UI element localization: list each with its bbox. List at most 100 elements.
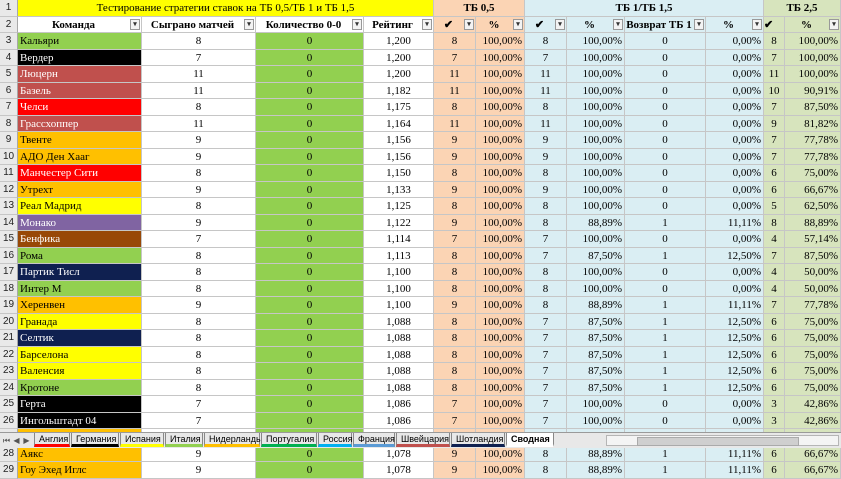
draws-cell[interactable]: 0 [256, 33, 364, 50]
col-header-tb25-pct[interactable]: % ▾ [785, 16, 841, 33]
team-name-cell[interactable]: Люцерн [18, 66, 142, 83]
team-name-cell[interactable]: Кротоне [18, 379, 142, 396]
tb25-count-cell[interactable]: 7 [764, 99, 785, 116]
filter-dropdown-icon[interactable]: ▾ [829, 18, 839, 30]
tb1-count-cell[interactable]: 7 [525, 231, 567, 248]
tb25-pct-cell[interactable]: 66,67% [785, 462, 841, 479]
row-number[interactable]: 24 [0, 379, 18, 396]
played-cell[interactable]: 8 [142, 99, 256, 116]
row-number[interactable]: 23 [0, 363, 18, 380]
refund-pct-cell[interactable]: 0,00% [706, 99, 764, 116]
draws-cell[interactable]: 0 [256, 330, 364, 347]
rating-cell[interactable]: 1,175 [364, 99, 434, 116]
refund-pct-cell[interactable]: 0,00% [706, 231, 764, 248]
tb25-count-cell[interactable]: 6 [764, 181, 785, 198]
tb1-count-cell[interactable]: 11 [525, 82, 567, 99]
tb05-count-cell[interactable]: 8 [434, 330, 476, 347]
played-cell[interactable]: 9 [142, 148, 256, 165]
sheet-tab[interactable]: Шотландия [451, 433, 505, 447]
tb1-count-cell[interactable]: 7 [525, 379, 567, 396]
horizontal-scrollbar[interactable] [606, 435, 839, 446]
refund-pct-cell[interactable]: 0,00% [706, 412, 764, 429]
tb25-pct-cell[interactable]: 75,00% [785, 165, 841, 182]
row-number[interactable]: 5 [0, 66, 18, 83]
draws-cell[interactable]: 0 [256, 379, 364, 396]
tb1-pct-cell[interactable]: 100,00% [567, 181, 625, 198]
tb05-count-cell[interactable]: 7 [434, 396, 476, 413]
refund-pct-cell[interactable]: 0,00% [706, 49, 764, 66]
row-number[interactable]: 11 [0, 165, 18, 182]
tb1-count-cell[interactable]: 9 [525, 181, 567, 198]
tb05-count-cell[interactable]: 8 [434, 363, 476, 380]
team-name-cell[interactable]: Интер М [18, 280, 142, 297]
sheet-tab[interactable]: Швейцария [396, 433, 450, 447]
row-number[interactable]: 12 [0, 181, 18, 198]
played-cell[interactable]: 8 [142, 247, 256, 264]
rating-cell[interactable]: 1,150 [364, 165, 434, 182]
refund-pct-cell[interactable]: 0,00% [706, 165, 764, 182]
tb1-count-cell[interactable]: 7 [525, 313, 567, 330]
team-name-cell[interactable]: Гоу Эхед Иглс [18, 462, 142, 479]
refund-pct-cell[interactable]: 12,50% [706, 346, 764, 363]
tb25-count-cell[interactable]: 6 [764, 330, 785, 347]
team-name-cell[interactable]: Валенсия [18, 363, 142, 380]
tb05-count-cell[interactable]: 9 [434, 132, 476, 149]
row-number[interactable]: 22 [0, 346, 18, 363]
draws-cell[interactable]: 0 [256, 462, 364, 479]
tb25-count-cell[interactable]: 8 [764, 214, 785, 231]
played-cell[interactable]: 11 [142, 115, 256, 132]
filter-dropdown-icon[interactable]: ▾ [422, 18, 432, 30]
tb25-pct-cell[interactable]: 75,00% [785, 313, 841, 330]
tb1-pct-cell[interactable]: 100,00% [567, 396, 625, 413]
refund-count-cell[interactable]: 0 [625, 198, 706, 215]
row-number[interactable]: 20 [0, 313, 18, 330]
row-number[interactable]: 14 [0, 214, 18, 231]
tb25-count-cell[interactable]: 9 [764, 115, 785, 132]
draws-cell[interactable]: 0 [256, 412, 364, 429]
tb05-count-cell[interactable]: 9 [434, 148, 476, 165]
tb05-count-cell[interactable]: 7 [434, 231, 476, 248]
col-header-tb25-count[interactable]: ✔ [764, 16, 785, 33]
tb1-count-cell[interactable]: 8 [525, 99, 567, 116]
tb1-pct-cell[interactable]: 100,00% [567, 115, 625, 132]
refund-count-cell[interactable]: 0 [625, 148, 706, 165]
team-name-cell[interactable]: Монако [18, 214, 142, 231]
draws-cell[interactable]: 0 [256, 313, 364, 330]
refund-count-cell[interactable]: 0 [625, 165, 706, 182]
rating-cell[interactable]: 1,088 [364, 313, 434, 330]
rating-cell[interactable]: 1,200 [364, 33, 434, 50]
tb25-pct-cell[interactable]: 42,86% [785, 412, 841, 429]
played-cell[interactable]: 9 [142, 462, 256, 479]
refund-count-cell[interactable]: 0 [625, 181, 706, 198]
tb25-pct-cell[interactable]: 66,67% [785, 181, 841, 198]
tb05-count-cell[interactable]: 8 [434, 379, 476, 396]
sheet-tab[interactable]: Италия [165, 433, 203, 447]
rating-cell[interactable]: 1,182 [364, 82, 434, 99]
refund-count-cell[interactable]: 0 [625, 231, 706, 248]
tb1-count-cell[interactable]: 7 [525, 330, 567, 347]
team-name-cell[interactable]: Рома [18, 247, 142, 264]
team-name-cell[interactable]: Бенфика [18, 231, 142, 248]
refund-pct-cell[interactable]: 0,00% [706, 115, 764, 132]
tb1-pct-cell[interactable]: 87,50% [567, 379, 625, 396]
row-number[interactable]: 18 [0, 280, 18, 297]
row-number[interactable]: 10 [0, 148, 18, 165]
played-cell[interactable]: 8 [142, 330, 256, 347]
tb25-count-cell[interactable]: 3 [764, 396, 785, 413]
tb1-count-cell[interactable]: 7 [525, 363, 567, 380]
tb1-pct-cell[interactable]: 100,00% [567, 165, 625, 182]
filter-dropdown-icon[interactable]: ▾ [513, 18, 523, 30]
played-cell[interactable]: 8 [142, 165, 256, 182]
row-number[interactable]: 7 [0, 99, 18, 116]
tb05-pct-cell[interactable]: 100,00% [476, 247, 525, 264]
tb1-pct-cell[interactable]: 100,00% [567, 198, 625, 215]
draws-cell[interactable]: 0 [256, 82, 364, 99]
tb1-count-cell[interactable]: 9 [525, 132, 567, 149]
tb05-count-cell[interactable]: 11 [434, 66, 476, 83]
tb25-count-cell[interactable]: 7 [764, 297, 785, 314]
tb25-count-cell[interactable]: 6 [764, 165, 785, 182]
sheet-tab[interactable]: Португалия [261, 433, 317, 447]
refund-pct-cell[interactable]: 12,50% [706, 363, 764, 380]
team-name-cell[interactable]: Грассхоппер [18, 115, 142, 132]
tb1-pct-cell[interactable]: 100,00% [567, 82, 625, 99]
